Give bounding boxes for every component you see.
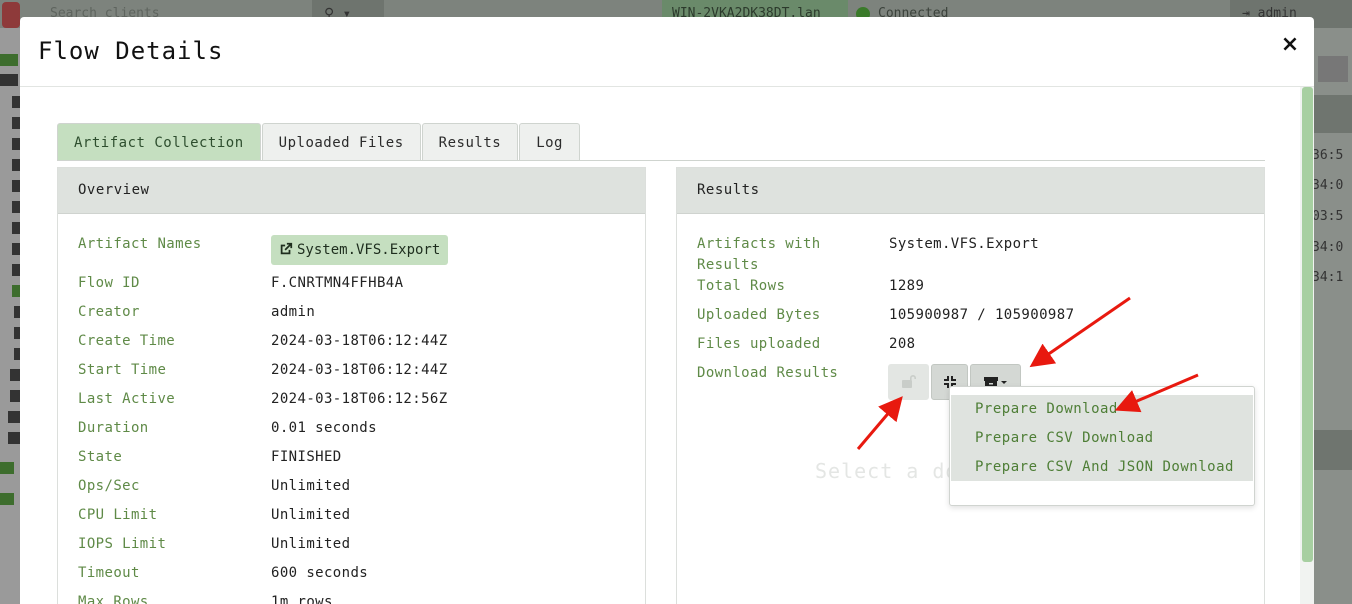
tab-artifact-collection[interactable]: Artifact Collection <box>57 123 261 161</box>
max-rows-value: 1m rows <box>271 594 333 604</box>
modal-header: Flow Details × <box>20 17 1314 87</box>
ops-sec-label: Ops/Sec <box>78 478 140 494</box>
overview-header: Overview <box>58 168 645 214</box>
tab-results[interactable]: Results <box>421 123 519 161</box>
tab-uploaded-files[interactable]: Uploaded Files <box>261 123 421 161</box>
flow-tabs: Artifact Collection Uploaded Files Resul… <box>57 123 581 161</box>
modal-title: Flow Details <box>38 37 224 65</box>
download-results-label: Download Results <box>697 365 839 381</box>
external-link-icon <box>280 242 293 255</box>
download-dropdown-menu: Prepare Download Prepare CSV Download Pr… <box>949 386 1255 506</box>
close-button[interactable]: × <box>1278 33 1302 57</box>
creator-label: Creator <box>78 304 140 320</box>
ops-sec-value: Unlimited <box>271 478 351 494</box>
files-uploaded-label: Files uploaded <box>697 336 821 352</box>
uploaded-bytes-value: 105900987 / 105900987 <box>889 307 1075 323</box>
timeout-label: Timeout <box>78 565 140 581</box>
sidebar-folder-icon <box>0 54 18 66</box>
sidebar-item-marker <box>12 138 20 150</box>
total-rows-value: 1289 <box>889 278 925 294</box>
create-time-label: Create Time <box>78 333 176 349</box>
sidebar-item-marker <box>10 390 20 402</box>
state-label: State <box>78 449 123 465</box>
tab-log[interactable]: Log <box>519 123 580 161</box>
cpu-limit-label: CPU Limit <box>78 507 158 523</box>
flow-details-modal: Flow Details × Artifact Collection Uploa… <box>20 17 1314 604</box>
prepare-download-item[interactable]: Prepare Download <box>951 395 1253 424</box>
overview-card: Overview Artifact Names System.VFS.Expor… <box>57 167 646 604</box>
max-rows-label: Max Rows <box>78 594 149 604</box>
total-rows-label: Total Rows <box>697 278 786 294</box>
sidebar-item-marker <box>12 159 20 171</box>
timeout-value: 600 seconds <box>271 565 369 581</box>
artifacts-with-results-value: System.VFS.Export <box>889 236 1040 252</box>
iops-limit-value: Unlimited <box>271 536 351 552</box>
sidebar-item-marker <box>12 264 20 276</box>
artifact-name-label: System.VFS.Export <box>297 242 441 258</box>
start-time-value: 2024-03-18T06:12:44Z <box>271 362 448 378</box>
background-export-icon <box>1318 56 1348 82</box>
scrollbar-thumb[interactable] <box>1302 87 1313 562</box>
start-time-label: Start Time <box>78 362 167 378</box>
sidebar-item-marker <box>12 201 20 213</box>
artifact-link-button[interactable]: System.VFS.Export <box>271 235 449 265</box>
artifacts-with-results-label-line2: Results <box>697 257 759 273</box>
sidebar-item-marker <box>12 96 20 108</box>
sidebar-folder-icon <box>0 74 18 86</box>
password-lock-button[interactable] <box>888 364 929 400</box>
sidebar-item-marker <box>8 432 20 444</box>
sidebar-folder-icon <box>0 462 14 474</box>
background-time: 03:5 <box>1312 209 1344 224</box>
download-dropdown-list: Prepare Download Prepare CSV Download Pr… <box>951 395 1253 481</box>
sidebar-item-marker <box>12 222 20 234</box>
uploaded-bytes-label: Uploaded Bytes <box>697 307 821 323</box>
create-time-value: 2024-03-18T06:12:44Z <box>271 333 448 349</box>
sidebar-item-marker <box>12 243 20 255</box>
prepare-csv-json-download-item[interactable]: Prepare CSV And JSON Download <box>951 453 1253 482</box>
last-active-label: Last Active <box>78 391 176 407</box>
sidebar-item-marker <box>12 117 20 129</box>
background-time: 34:1 <box>1312 270 1344 285</box>
flow-id-label: Flow ID <box>78 275 140 291</box>
state-value: FINISHED <box>271 449 342 465</box>
prepare-csv-download-item[interactable]: Prepare CSV Download <box>951 424 1253 453</box>
background-time: 36:5 <box>1312 148 1344 163</box>
sidebar-folder-icon <box>0 493 14 505</box>
background-time: 34:0 <box>1312 178 1344 193</box>
sidebar-item-marker <box>8 411 20 423</box>
unlock-icon <box>901 375 916 388</box>
sidebar-item-marker <box>12 180 20 192</box>
iops-limit-label: IOPS Limit <box>78 536 167 552</box>
artifacts-with-results-label: Artifacts with <box>697 236 821 252</box>
files-uploaded-value: 208 <box>889 336 916 352</box>
app-logo <box>2 2 20 28</box>
background-time: 34:0 <box>1312 240 1344 255</box>
results-header: Results <box>677 168 1264 214</box>
last-active-value: 2024-03-18T06:12:56Z <box>271 391 448 407</box>
artifact-names-label: Artifact Names <box>78 236 202 252</box>
sidebar-item-marker <box>10 369 20 381</box>
duration-label: Duration <box>78 420 149 436</box>
tabs-divider <box>57 160 1265 161</box>
duration-value: 0.01 seconds <box>271 420 377 436</box>
background-band <box>1314 430 1352 470</box>
creator-value: admin <box>271 304 316 320</box>
sidebar-item-marker <box>12 285 20 297</box>
background-band <box>1314 95 1352 133</box>
flow-id-value: F.CNRTMN4FFHB4A <box>271 275 404 291</box>
cpu-limit-value: Unlimited <box>271 507 351 523</box>
